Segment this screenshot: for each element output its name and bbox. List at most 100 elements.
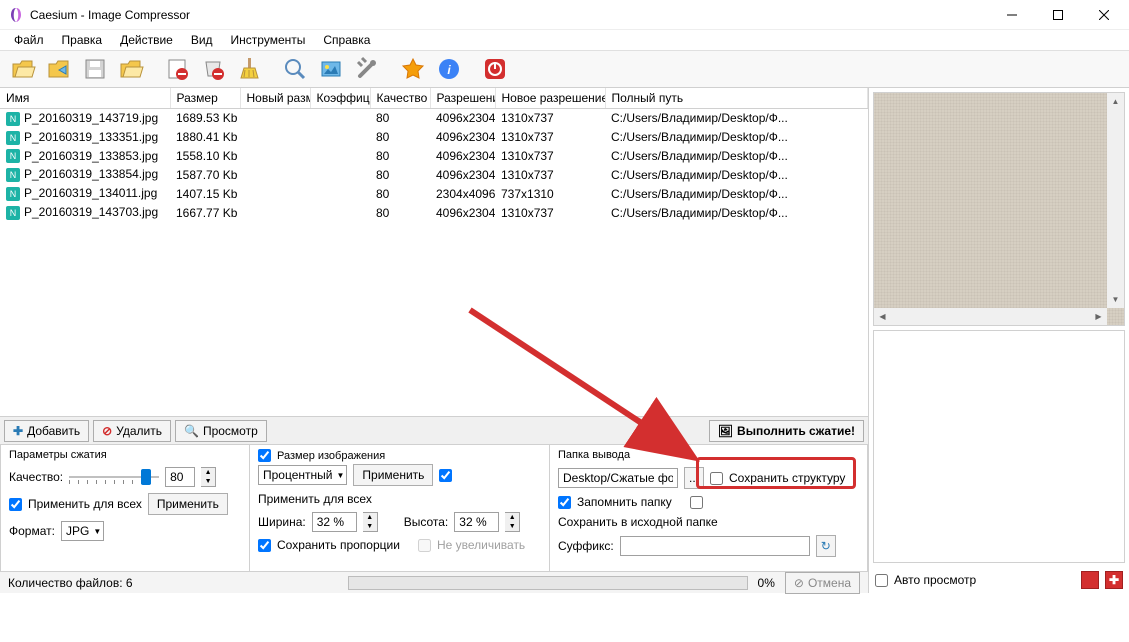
menu-view[interactable]: Вид <box>183 31 221 49</box>
compress-icon: 🖼 <box>718 424 733 438</box>
zoom-in-button[interactable]: ✚ <box>1105 571 1123 589</box>
remember-checkbox[interactable] <box>558 496 571 509</box>
progress-bar <box>348 576 748 590</box>
resize-apply-all-label: Применить для всех <box>258 492 372 506</box>
toolbar-save-as[interactable] <box>114 52 148 86</box>
delete-button[interactable]: ⊘Удалить <box>93 420 171 442</box>
suffix-reset-button[interactable]: ↻ <box>816 535 836 557</box>
toolbar: i <box>0 50 1129 88</box>
compress-button[interactable]: 🖼Выполнить сжатие! <box>709 420 864 442</box>
file-icon: N <box>6 149 20 163</box>
preview-controls: Авто просмотр ✚ <box>869 567 1129 593</box>
height-spinner[interactable]: ▲▼ <box>505 512 520 532</box>
col-coef[interactable]: Коэффици <box>310 88 370 109</box>
table-row[interactable]: NP_20160319_133853.jpg1558.10 Kb804096x2… <box>0 147 868 166</box>
col-path[interactable]: Полный путь <box>605 88 868 109</box>
width-label: Ширина: <box>258 515 306 529</box>
toolbar-star[interactable] <box>396 52 430 86</box>
refresh-icon: ↻ <box>821 539 831 553</box>
suffix-label: Суффикс: <box>558 539 614 553</box>
resize-mode-select[interactable]: Процентный▼ <box>258 465 347 485</box>
format-select[interactable]: JPG▼ <box>61 521 104 541</box>
keep-structure-checkbox[interactable] <box>710 472 723 485</box>
width-input[interactable] <box>312 512 357 532</box>
resize-title: Размер изображения <box>277 450 385 462</box>
table-row[interactable]: NP_20160319_133351.jpg1880.41 Kb804096x2… <box>0 128 868 147</box>
cancel-button: ⊘Отмена <box>785 572 860 594</box>
auto-preview-checkbox[interactable] <box>875 574 888 587</box>
toolbar-save[interactable] <box>78 52 112 86</box>
resize-apply-all-checkbox[interactable] <box>439 469 452 482</box>
file-icon: N <box>6 131 20 145</box>
col-newsize[interactable]: Новый разм <box>240 88 310 109</box>
no-enlarge-label: Не увеличивать <box>437 538 525 552</box>
col-size[interactable]: Размер <box>170 88 240 109</box>
file-icon: N <box>6 168 20 182</box>
toolbar-preview[interactable] <box>278 52 312 86</box>
output-group: Папка вывода ... Сохранить структуру Зап… <box>550 445 868 571</box>
file-icon: N <box>6 187 20 201</box>
toolbar-remove[interactable] <box>160 52 194 86</box>
close-button[interactable] <box>1081 0 1127 30</box>
add-button[interactable]: ✚Добавить <box>4 420 89 442</box>
save-source-checkbox[interactable] <box>690 496 703 509</box>
col-res[interactable]: Разрешение <box>430 88 495 109</box>
toolbar-open-file[interactable] <box>6 52 40 86</box>
keep-ratio-label: Сохранить пропорции <box>277 538 400 552</box>
preview-compressed[interactable] <box>873 330 1125 564</box>
plus-icon: ✚ <box>13 424 23 438</box>
titlebar: Caesium - Image Compressor <box>0 0 1129 30</box>
toolbar-power[interactable] <box>478 52 512 86</box>
col-name[interactable]: Имя <box>0 88 170 109</box>
table-row[interactable]: NP_20160319_133854.jpg1587.70 Kb804096x2… <box>0 165 868 184</box>
chevron-down-icon: ▼ <box>336 471 344 480</box>
file-table[interactable]: Имя Размер Новый разм Коэффици Качество … <box>0 88 868 416</box>
file-icon: N <box>6 206 20 220</box>
menu-help[interactable]: Справка <box>315 31 378 49</box>
menu-edit[interactable]: Правка <box>54 31 111 49</box>
preview-original[interactable]: ▲▼ ◀▶ <box>873 92 1125 326</box>
toolbar-clean[interactable] <box>232 52 266 86</box>
scrollbar-horizontal[interactable]: ◀▶ <box>874 308 1107 325</box>
table-row[interactable]: NP_20160319_134011.jpg1407.15 Kb802304x4… <box>0 184 868 203</box>
preview-panel: ▲▼ ◀▶ Авто просмотр ✚ <box>869 88 1129 593</box>
toolbar-remove-all[interactable] <box>196 52 230 86</box>
resize-apply-button[interactable]: Применить <box>353 464 433 486</box>
quality-apply-button[interactable]: Применить <box>148 493 228 515</box>
scrollbar-vertical[interactable]: ▲▼ <box>1107 93 1124 308</box>
file-icon: N <box>6 112 20 126</box>
height-input[interactable] <box>454 512 499 532</box>
col-newres[interactable]: Новое разрешение <box>495 88 605 109</box>
toolbar-open-folder[interactable] <box>42 52 76 86</box>
zoom-out-button[interactable] <box>1081 571 1099 589</box>
action-bar: ✚Добавить ⊘Удалить 🔍Просмотр 🖼Выполнить … <box>0 416 868 444</box>
maximize-button[interactable] <box>1035 0 1081 30</box>
table-row[interactable]: NP_20160319_143703.jpg1667.77 Kb804096x2… <box>0 203 868 222</box>
quality-spinner[interactable]: ▲▼ <box>201 467 216 487</box>
menu-tools[interactable]: Инструменты <box>223 31 314 49</box>
app-icon <box>8 7 24 23</box>
quality-input[interactable] <box>165 467 195 487</box>
menu-action[interactable]: Действие <box>112 31 181 49</box>
format-label: Формат: <box>9 524 55 538</box>
resize-enable-checkbox[interactable] <box>258 449 271 462</box>
menu-file[interactable]: Файл <box>6 31 52 49</box>
toolbar-settings[interactable] <box>350 52 384 86</box>
browse-button[interactable]: ... <box>684 467 704 489</box>
forbidden-icon: ⊘ <box>102 424 112 438</box>
output-path-input[interactable] <box>558 468 678 488</box>
toolbar-info[interactable]: i <box>432 52 466 86</box>
status-bar: Количество файлов: 6 0% ⊘Отмена <box>0 571 868 593</box>
keep-structure-label: Сохранить структуру <box>729 471 845 485</box>
col-quality[interactable]: Качество <box>370 88 430 109</box>
suffix-input[interactable] <box>620 536 810 556</box>
quality-slider[interactable] <box>69 467 159 487</box>
keep-ratio-checkbox[interactable] <box>258 539 271 552</box>
preview-button[interactable]: 🔍Просмотр <box>175 420 267 442</box>
toolbar-compress[interactable] <box>314 52 348 86</box>
width-spinner[interactable]: ▲▼ <box>363 512 378 532</box>
chevron-down-icon: ▼ <box>93 527 101 536</box>
minimize-button[interactable] <box>989 0 1035 30</box>
table-row[interactable]: NP_20160319_143719.jpg1689.53 Kb804096x2… <box>0 109 868 128</box>
quality-apply-all-checkbox[interactable] <box>9 498 22 511</box>
